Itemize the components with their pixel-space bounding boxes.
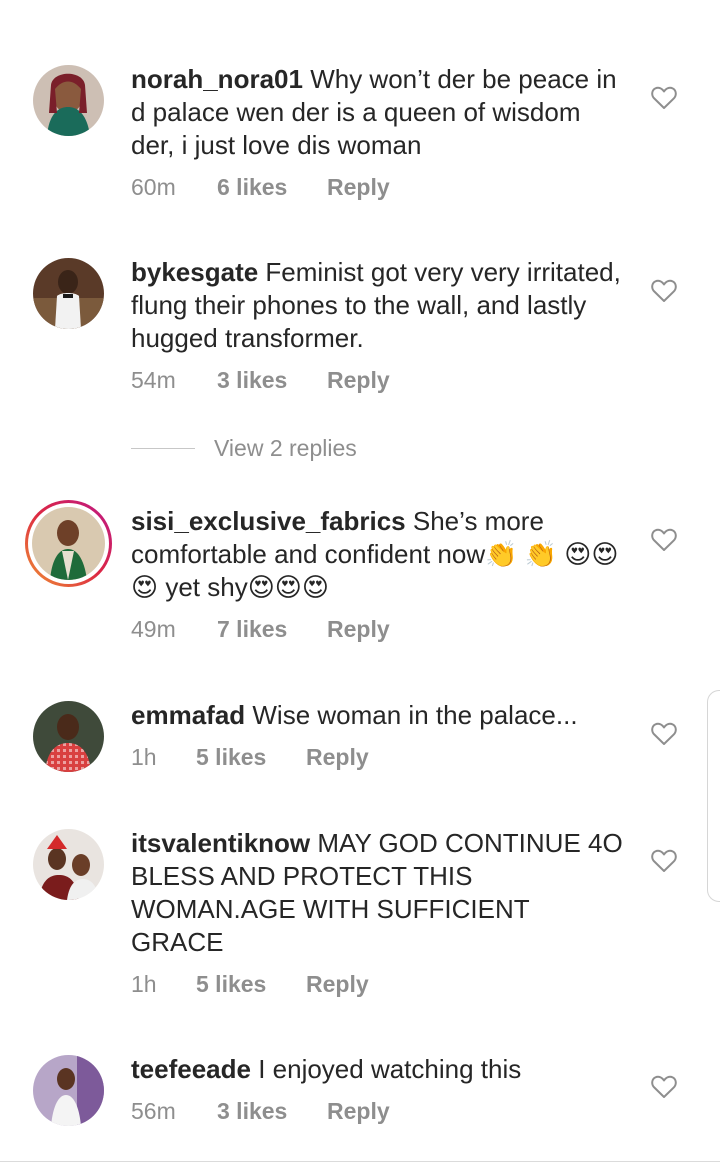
heart-outline-icon[interactable]: [651, 528, 677, 552]
avatar[interactable]: [33, 1055, 104, 1126]
avatar[interactable]: [33, 258, 104, 329]
comment-likes[interactable]: 5 likes: [196, 971, 306, 998]
comment-text: norah_nora01 Why won’t der be peace in d…: [131, 63, 626, 162]
comment-username[interactable]: sisi_exclusive_fabrics: [131, 506, 406, 536]
comment-text: bykesgate Feminist got very very irritat…: [131, 256, 626, 355]
view-replies-button[interactable]: View 2 replies: [131, 433, 357, 463]
comment-likes[interactable]: 7 likes: [217, 616, 327, 643]
comment-text: emmafad Wise woman in the palace...: [131, 699, 626, 732]
comment-time: 1h: [131, 744, 157, 770]
divider: [0, 1161, 720, 1162]
comment-username[interactable]: emmafad: [131, 700, 245, 730]
comment-time: 56m: [131, 1098, 176, 1124]
comment-likes[interactable]: 3 likes: [217, 367, 327, 394]
view-replies-label: View 2 replies: [214, 434, 357, 461]
comment-meta: 60m 6 likes Reply: [131, 174, 390, 201]
avatar-with-story-ring[interactable]: [25, 500, 112, 587]
comment-text: teefeeade I enjoyed watching this: [131, 1053, 626, 1086]
heart-outline-icon[interactable]: [651, 279, 677, 303]
comment-time: 1h: [131, 971, 157, 997]
heart-outline-icon[interactable]: [651, 1075, 677, 1099]
comment-meta: 49m 7 likes Reply: [131, 616, 390, 643]
reply-button[interactable]: Reply: [327, 1098, 390, 1125]
comment-time: 49m: [131, 616, 176, 642]
avatar[interactable]: [33, 701, 104, 772]
heart-outline-icon[interactable]: [651, 86, 677, 110]
comment-likes[interactable]: 6 likes: [217, 174, 327, 201]
reply-button[interactable]: Reply: [327, 174, 390, 201]
comment-body: Wise woman in the palace...: [252, 700, 578, 730]
comment-text: sisi_exclusive_fabrics She’s more comfor…: [131, 505, 626, 604]
comment-meta: 1h 5 likes Reply: [131, 744, 369, 771]
comment-body: I enjoyed watching this: [258, 1054, 522, 1084]
comment-likes[interactable]: 5 likes: [196, 744, 306, 771]
reply-button[interactable]: Reply: [327, 367, 390, 394]
comment-likes[interactable]: 3 likes: [217, 1098, 327, 1125]
heart-outline-icon[interactable]: [651, 849, 677, 873]
comment-time: 60m: [131, 174, 176, 200]
reply-button[interactable]: Reply: [327, 616, 390, 643]
reply-button[interactable]: Reply: [306, 744, 369, 771]
comment-username[interactable]: norah_nora01: [131, 64, 303, 94]
comment-meta: 56m 3 likes Reply: [131, 1098, 390, 1125]
comment-meta: 1h 5 likes Reply: [131, 971, 369, 998]
reply-button[interactable]: Reply: [306, 971, 369, 998]
avatar[interactable]: [33, 829, 104, 900]
comment-username[interactable]: itsvalentiknow: [131, 828, 310, 858]
avatar[interactable]: [33, 65, 104, 136]
comment-username[interactable]: teefeeade: [131, 1054, 251, 1084]
comment-username[interactable]: bykesgate: [131, 257, 258, 287]
comment-time: 54m: [131, 367, 176, 393]
edge-panel-handle[interactable]: [707, 690, 720, 902]
heart-outline-icon[interactable]: [651, 722, 677, 746]
comment-meta: 54m 3 likes Reply: [131, 367, 390, 394]
divider: [131, 447, 195, 449]
comment-text: itsvalentiknow MAY GOD CONTINUE 4O BLESS…: [131, 827, 626, 959]
